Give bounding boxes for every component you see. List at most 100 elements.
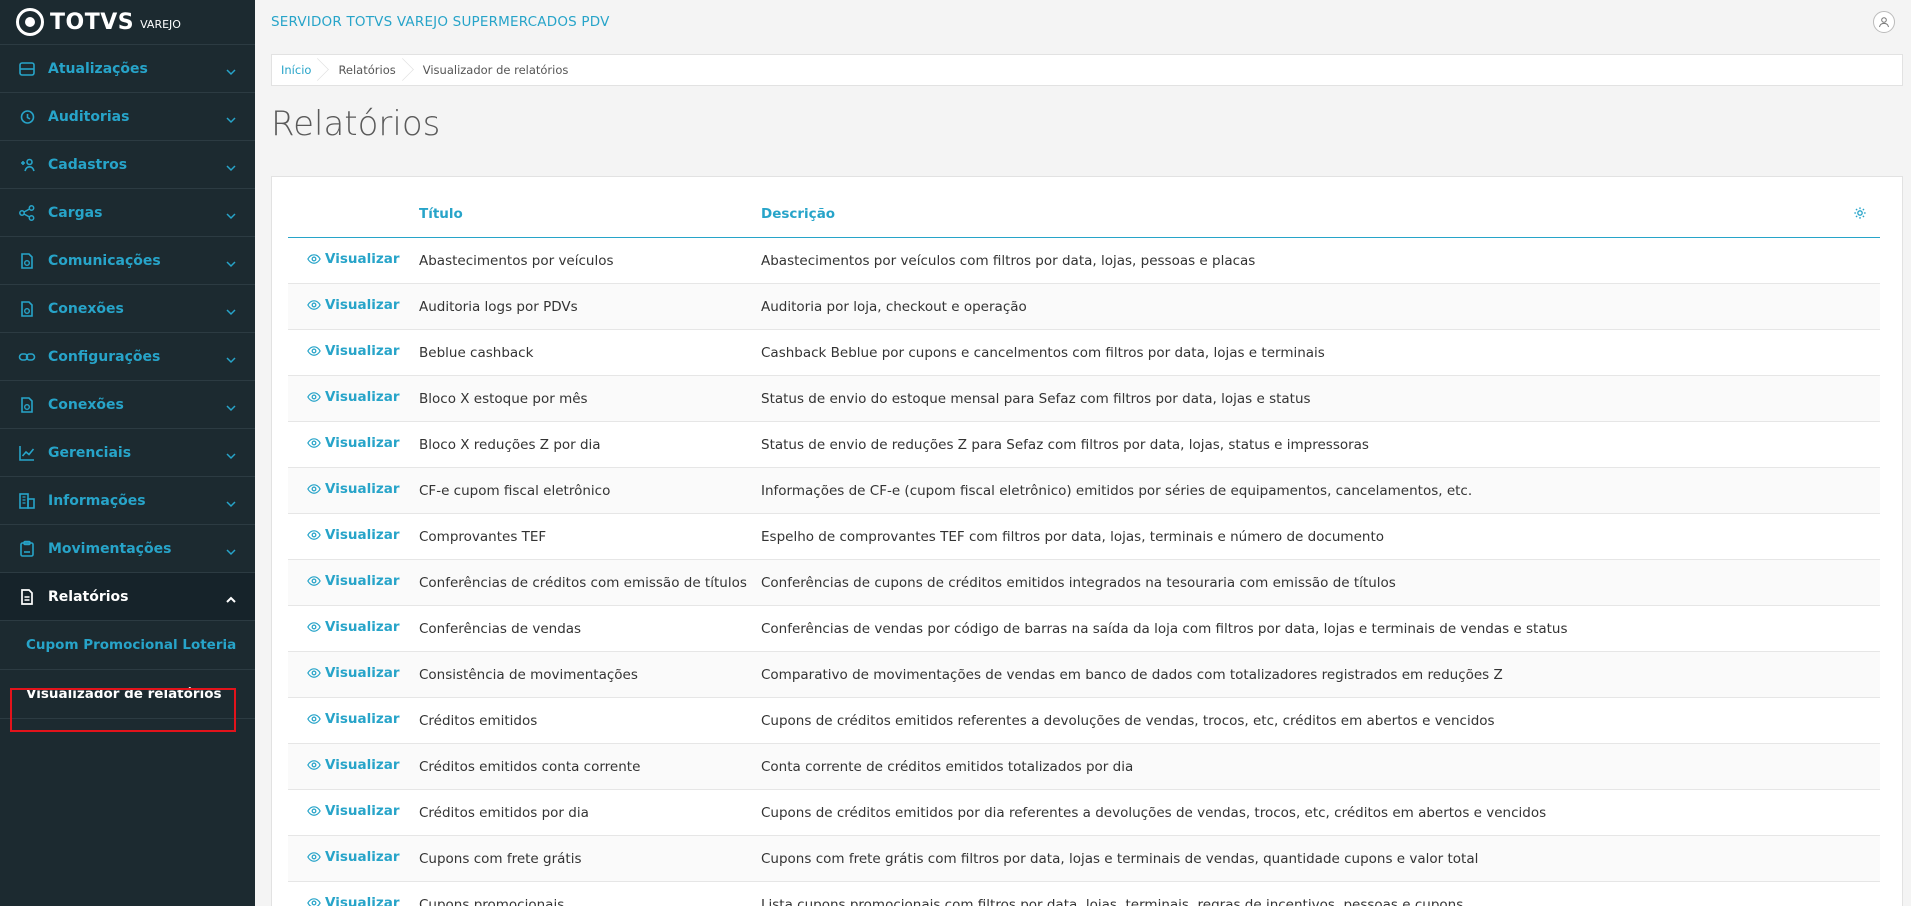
row-title: Consistência de movimentações <box>418 651 760 698</box>
sidebar-item-cadastros[interactable]: Cadastros <box>0 141 255 189</box>
sidebar-subitem-visualizador-de-relatorios[interactable]: Visualizador de relatórios <box>0 670 255 719</box>
sidebar-item-cargas[interactable]: Cargas <box>0 189 255 237</box>
sidebar-item-informacoes[interactable]: Informações <box>0 477 255 525</box>
brand-name: TOTVS <box>50 9 135 35</box>
chevron-down-icon <box>225 543 237 555</box>
chevron-down-icon <box>225 63 237 75</box>
table-row: Visualizar Cupons com frete grátis Cupons … <box>288 835 1880 882</box>
eye-icon <box>307 252 321 266</box>
table-row: Visualizar Conferências de créditos com e… <box>288 559 1880 606</box>
visualizar-button[interactable]: Visualizar <box>289 435 399 451</box>
row-action-cell: Visualizar <box>288 375 418 422</box>
eye-icon <box>307 298 321 312</box>
sidebar-menu: Atualizações Auditorias Cadastros Cargas Com… <box>0 45 255 719</box>
breadcrumb-relatorios[interactable]: Relatórios <box>329 54 413 86</box>
row-action-cell: Visualizar <box>288 697 418 744</box>
visualizar-button[interactable]: Visualizar <box>289 251 399 267</box>
eye-icon <box>307 482 321 496</box>
sidebar-item-comunicacoes[interactable]: Comunicações <box>0 237 255 285</box>
table-row: Visualizar Abastecimentos por veículos Aba… <box>288 237 1880 284</box>
user-menu-button[interactable] <box>1873 11 1895 33</box>
row-action-cell: Visualizar <box>288 559 418 606</box>
table-header-row: Título Descrição <box>288 191 1880 238</box>
sidebar-subitem-label: Cupom Promocional Loteria <box>26 637 237 653</box>
eye-icon <box>307 712 321 726</box>
row-description: Lista cupons promocionais com filtros po… <box>760 881 1880 906</box>
row-action-cell: Visualizar <box>288 789 418 836</box>
clipboard-icon <box>18 540 36 558</box>
chevron-up-icon <box>225 591 237 603</box>
sidebar-item-label: Gerenciais <box>48 444 132 461</box>
row-description: Cupons de créditos emitidos referentes a… <box>760 697 1880 744</box>
visualizar-button[interactable]: Visualizar <box>289 527 399 543</box>
visualizar-button[interactable]: Visualizar <box>289 895 399 906</box>
row-description: Comparativo de movimentações de vendas e… <box>760 651 1880 698</box>
visualizar-label: Visualizar <box>325 803 400 819</box>
breadcrumb-home[interactable]: Início <box>272 54 329 86</box>
server-title: SERVIDOR TOTVS VAREJO SUPERMERCADOS PDV <box>271 14 610 30</box>
visualizar-button[interactable]: Visualizar <box>289 803 399 819</box>
sidebar-item-configuracoes[interactable]: Configurações <box>0 333 255 381</box>
sidebar-item-atualizacoes[interactable]: Atualizações <box>0 45 255 93</box>
visualizar-button[interactable]: Visualizar <box>289 665 399 681</box>
row-description: Espelho de comprovantes TEF com filtros … <box>760 513 1880 560</box>
sidebar-item-conexoes[interactable]: Conexões <box>0 285 255 333</box>
row-description: Status de envio de reduções Z para Sefaz… <box>760 421 1880 468</box>
eye-icon <box>307 666 321 680</box>
sidebar-item-auditorias[interactable]: Auditorias <box>0 93 255 141</box>
row-description: Auditoria por loja, checkout e operação <box>760 283 1880 330</box>
gear-icon[interactable] <box>1853 206 1867 220</box>
row-title: Créditos emitidos conta corrente <box>418 743 760 790</box>
visualizar-button[interactable]: Visualizar <box>289 573 399 589</box>
sidebar-item-movimentacoes[interactable]: Movimentações <box>0 525 255 573</box>
eye-icon <box>307 390 321 404</box>
sidebar-subitem-cupom-promocional-loteria[interactable]: Cupom Promocional Loteria <box>0 621 255 670</box>
header-title[interactable]: Título <box>418 191 760 238</box>
visualizar-button[interactable]: Visualizar <box>289 711 399 727</box>
user-icon <box>1879 17 1889 28</box>
sidebar-item-conexoes[interactable]: Conexões <box>0 381 255 429</box>
main-content: SERVIDOR TOTVS VAREJO SUPERMERCADOS PDV … <box>255 0 1911 906</box>
visualizar-button[interactable]: Visualizar <box>289 343 399 359</box>
visualizar-label: Visualizar <box>325 711 400 727</box>
link-icon <box>18 348 36 366</box>
sidebar-subitem-label: Visualizador de relatórios <box>26 686 222 702</box>
chevron-down-icon <box>225 495 237 507</box>
sidebar-item-label: Cadastros <box>48 156 128 173</box>
eye-icon <box>307 344 321 358</box>
sidebar-item-label: Configurações <box>48 348 161 365</box>
database-icon <box>18 60 36 78</box>
visualizar-button[interactable]: Visualizar <box>289 849 399 865</box>
row-description: Abastecimentos por veículos com filtros … <box>760 237 1880 284</box>
visualizar-button[interactable]: Visualizar <box>289 619 399 635</box>
sidebar-item-label: Atualizações <box>48 60 148 77</box>
chevron-down-icon <box>225 447 237 459</box>
sidebar-item-relatorios[interactable]: Relatórios <box>0 573 255 621</box>
share-icon <box>18 204 36 222</box>
report-icon <box>18 588 36 606</box>
brand[interactable]: TOTVS VAREJO <box>0 0 255 45</box>
document-sync-icon <box>18 300 36 318</box>
visualizar-button[interactable]: Visualizar <box>289 757 399 773</box>
visualizar-button[interactable]: Visualizar <box>289 297 399 313</box>
breadcrumb: Início Relatórios Visualizador de relató… <box>271 54 1903 86</box>
app-root: TOTVS VAREJO Atualizações Auditorias Cadas… <box>0 0 1911 906</box>
table-row: Visualizar Créditos emitidos conta corren… <box>288 743 1880 790</box>
visualizar-button[interactable]: Visualizar <box>289 389 399 405</box>
chevron-down-icon <box>225 399 237 411</box>
table-row: Visualizar Consistência de movimentações C… <box>288 651 1880 698</box>
visualizar-label: Visualizar <box>325 527 400 543</box>
sidebar-item-label: Comunicações <box>48 252 161 269</box>
table-row: Visualizar Conferências de vendas Conferên… <box>288 605 1880 652</box>
row-title: Abastecimentos por veículos <box>418 237 760 284</box>
visualizar-label: Visualizar <box>325 573 400 589</box>
visualizar-button[interactable]: Visualizar <box>289 481 399 497</box>
table-row: Visualizar CF-e cupom fiscal eletrônico In… <box>288 467 1880 514</box>
visualizar-label: Visualizar <box>325 251 400 267</box>
row-action-cell: Visualizar <box>288 835 418 882</box>
sidebar-item-gerenciais[interactable]: Gerenciais <box>0 429 255 477</box>
header-description-label[interactable]: Descrição <box>761 206 835 222</box>
page-title: Relatórios <box>271 104 441 144</box>
eye-icon <box>307 758 321 772</box>
row-title: Cupons com frete grátis <box>418 835 760 882</box>
